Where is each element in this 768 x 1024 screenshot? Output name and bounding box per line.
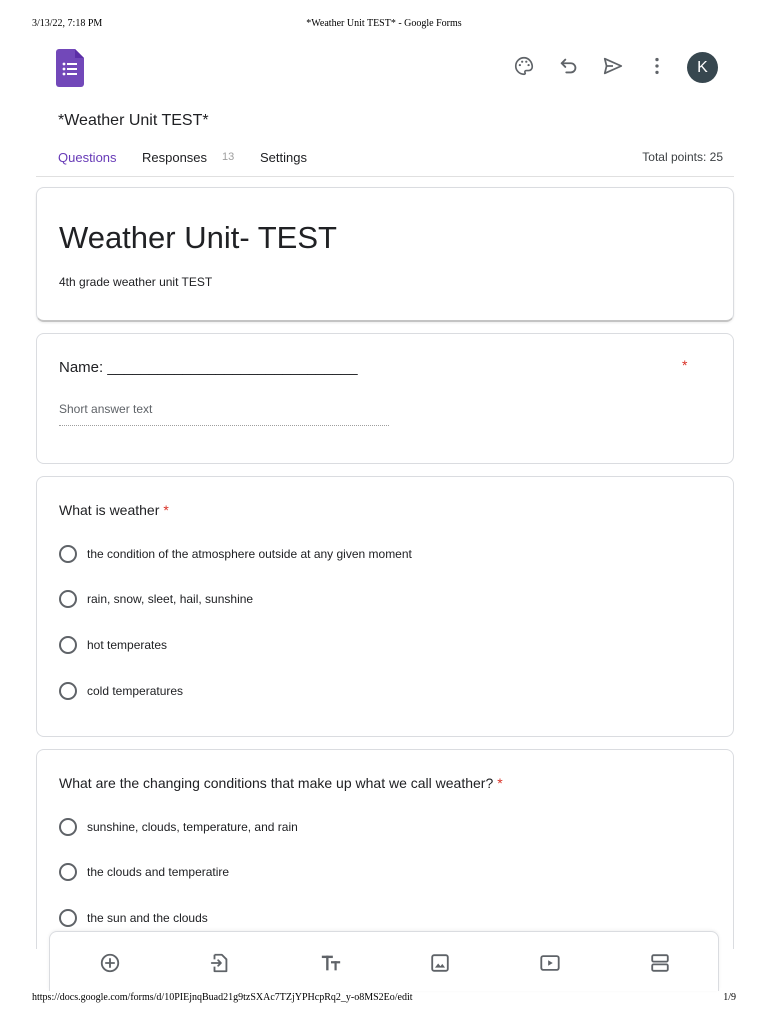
- required-asterisk: *: [497, 775, 503, 791]
- question-title[interactable]: Name: ______________________________: [59, 359, 358, 376]
- radio-option[interactable]: the condition of the atmosphere outside …: [59, 544, 412, 564]
- print-page-title: *Weather Unit TEST* - Google Forms: [306, 18, 462, 29]
- question-card-what-is-weather[interactable]: What is weather * the condition of the at…: [36, 476, 734, 737]
- question-card-changing-conditions[interactable]: What are the changing conditions that ma…: [36, 749, 734, 949]
- radio-option[interactable]: rain, snow, sleet, hail, sunshine: [59, 589, 253, 609]
- add-title-icon[interactable]: [320, 952, 342, 974]
- google-forms-logo-icon[interactable]: [56, 49, 84, 87]
- radio-option[interactable]: sunshine, clouds, temperature, and rain: [59, 817, 298, 837]
- radio-option[interactable]: cold temperatures: [59, 681, 183, 701]
- option-label: hot temperates: [87, 638, 168, 652]
- radio-option[interactable]: hot temperates: [59, 635, 167, 655]
- option-label: rain, snow, sleet, hail, sunshine: [87, 592, 254, 606]
- question-text: What is weather: [59, 502, 160, 518]
- more-vert-icon[interactable]: [645, 54, 669, 78]
- account-avatar[interactable]: K: [687, 52, 718, 83]
- undo-icon[interactable]: [557, 54, 581, 78]
- responses-count-badge: 13: [222, 151, 235, 163]
- option-label: the condition of the atmosphere outside …: [87, 547, 412, 561]
- print-url: https://docs.google.com/forms/d/10PIEjnq…: [32, 992, 413, 1003]
- tab-questions[interactable]: Questions: [58, 150, 117, 165]
- tab-divider: [36, 176, 734, 177]
- form-title-card[interactable]: Weather Unit- TEST 4th grade weather uni…: [36, 187, 734, 322]
- radio-button-icon[interactable]: [59, 818, 77, 836]
- option-label: the clouds and temperatire: [87, 865, 230, 879]
- print-page-number: 1/9: [723, 992, 736, 1003]
- option-label: sunshine, clouds, temperature, and rain: [87, 820, 298, 834]
- import-questions-icon[interactable]: [209, 952, 231, 974]
- palette-icon[interactable]: [512, 54, 536, 78]
- total-points: Total points: 25: [642, 150, 723, 164]
- radio-button-icon[interactable]: [59, 590, 77, 608]
- short-answer-field: Short answer text: [59, 402, 389, 426]
- radio-button-icon[interactable]: [59, 545, 77, 563]
- print-header: 3/13/22, 7:18 PM *Weather Unit TEST* - G…: [0, 18, 768, 32]
- tab-responses[interactable]: Responses: [142, 150, 207, 165]
- question-title[interactable]: What are the changing conditions that ma…: [59, 775, 503, 791]
- add-image-icon[interactable]: [429, 952, 451, 974]
- option-label: cold temperatures: [87, 684, 184, 698]
- required-asterisk: *: [682, 357, 688, 373]
- radio-option[interactable]: the clouds and temperatire: [59, 862, 229, 882]
- add-question-icon[interactable]: [99, 952, 121, 974]
- radio-button-icon[interactable]: [59, 636, 77, 654]
- print-footer: https://docs.google.com/forms/d/10PIEjnq…: [0, 992, 768, 1006]
- tab-settings[interactable]: Settings: [260, 150, 307, 165]
- send-icon[interactable]: [601, 54, 625, 78]
- add-video-icon[interactable]: [539, 952, 561, 974]
- radio-button-icon[interactable]: [59, 863, 77, 881]
- add-section-icon[interactable]: [649, 952, 671, 974]
- form-description[interactable]: 4th grade weather unit TEST: [59, 275, 212, 289]
- radio-button-icon[interactable]: [59, 682, 77, 700]
- question-card-name[interactable]: Name: ______________________________ * S…: [36, 333, 734, 464]
- question-toolbar: [49, 931, 719, 991]
- question-text: What are the changing conditions that ma…: [59, 775, 494, 791]
- document-title[interactable]: *Weather Unit TEST*: [58, 112, 209, 130]
- radio-button-icon[interactable]: [59, 909, 77, 927]
- required-asterisk: *: [163, 502, 169, 518]
- form-title[interactable]: Weather Unit- TEST: [59, 220, 337, 256]
- question-title[interactable]: What is weather *: [59, 502, 169, 518]
- radio-option[interactable]: the sun and the clouds: [59, 908, 208, 928]
- option-label: the sun and the clouds: [87, 911, 208, 925]
